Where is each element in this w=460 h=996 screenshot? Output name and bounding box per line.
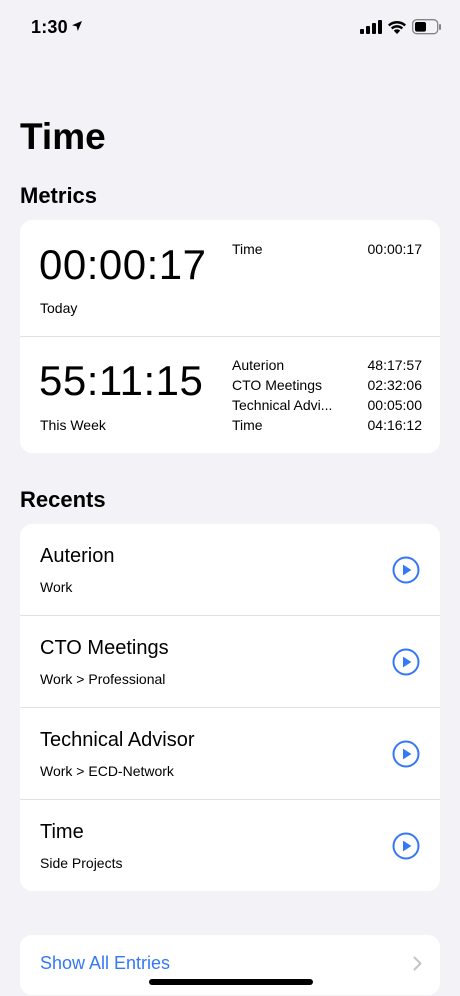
recent-subtitle: Work > Professional [40, 671, 166, 687]
metric-line: Time 04:16:12 [232, 415, 422, 435]
recents-card: Auterion Work CTO Meetings Work > Profes… [20, 524, 440, 891]
metric-line: Auterion 48:17:57 [232, 355, 422, 375]
metric-value: 00:05:00 [367, 397, 423, 413]
page-title: Time [20, 116, 106, 157]
metric-line: CTO Meetings 02:32:06 [232, 375, 422, 395]
location-arrow-icon [72, 21, 82, 31]
today-caption: Today [40, 300, 78, 316]
metric-value: 00:00:17 [367, 241, 423, 257]
recents-header: Recents [20, 487, 106, 512]
metrics-header: Metrics [20, 183, 98, 208]
week-breakdown: Auterion 48:17:57 CTO Meetings 02:32:06 … [232, 355, 422, 435]
recent-title: Time [40, 821, 84, 843]
recent-title: CTO Meetings [40, 637, 169, 659]
recent-title: Auterion [40, 545, 115, 567]
today-breakdown: Time 00:00:17 [232, 239, 422, 259]
recent-item[interactable]: CTO Meetings Work > Professional [20, 616, 440, 708]
cellular-signal-icon [360, 20, 382, 34]
today-total: 00:00:17 [39, 241, 207, 288]
recent-subtitle: Work [40, 579, 73, 595]
home-indicator[interactable] [149, 979, 313, 985]
metric-value: 02:32:06 [367, 377, 423, 393]
status-bar: 1:30 [0, 0, 460, 56]
metric-today: 00:00:17 Today Time 00:00:17 [20, 220, 440, 336]
metric-label: Time [232, 241, 263, 257]
metrics-card: 00:00:17 Today Time 00:00:17 55:11:15 Th… [20, 220, 440, 453]
play-icon[interactable] [392, 648, 420, 676]
metric-label: Technical Advi... [232, 397, 333, 413]
play-icon[interactable] [392, 556, 420, 584]
metric-label: Time [232, 417, 263, 433]
wifi-icon [388, 20, 406, 34]
play-icon[interactable] [392, 832, 420, 860]
status-time: 1:30 [31, 17, 68, 37]
week-caption: This Week [40, 417, 106, 433]
metric-label: Auterion [232, 357, 285, 373]
battery-icon [412, 19, 441, 35]
play-icon[interactable] [392, 740, 420, 768]
show-all-entries-button[interactable]: Show All Entries [20, 935, 440, 995]
recent-item[interactable]: Technical Advisor Work > ECD-Network [20, 708, 440, 800]
metric-label: CTO Meetings [232, 377, 322, 393]
metric-line: Time 00:00:17 [232, 239, 422, 259]
show-all-entries-label: Show All Entries [40, 953, 171, 973]
recent-title: Technical Advisor [40, 729, 195, 751]
chevron-right-icon [413, 956, 422, 971]
recent-item[interactable]: Auterion Work [20, 524, 440, 616]
metric-week: 55:11:15 This Week Auterion 48:17:57 CTO… [20, 337, 440, 453]
week-total: 55:11:15 [39, 357, 204, 404]
metric-line: Technical Advi... 00:05:00 [232, 395, 422, 415]
recent-subtitle: Side Projects [40, 855, 123, 871]
recent-item[interactable]: Time Side Projects [20, 800, 440, 891]
metric-value: 48:17:57 [367, 357, 423, 373]
metric-value: 04:16:12 [367, 417, 423, 433]
recent-subtitle: Work > ECD-Network [40, 763, 174, 779]
